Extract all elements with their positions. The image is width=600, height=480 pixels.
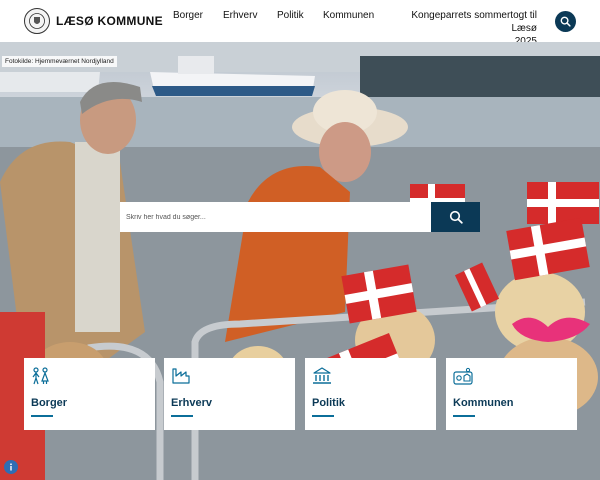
townhall-icon xyxy=(313,367,331,384)
card-borger[interactable]: Borger xyxy=(24,358,155,430)
search-input[interactable] xyxy=(120,202,431,232)
search-icon xyxy=(560,16,571,27)
nav-erhverv[interactable]: Erhverv xyxy=(223,9,257,22)
factory-icon xyxy=(172,368,190,384)
card-erhverv[interactable]: Erhverv xyxy=(164,358,295,430)
card-politik[interactable]: Politik xyxy=(305,358,436,430)
nav-kommunen[interactable]: Kommunen xyxy=(323,9,374,22)
card-label: Borger xyxy=(31,397,68,409)
nav-borger[interactable]: Borger xyxy=(173,9,203,22)
info-button[interactable] xyxy=(4,460,18,474)
community-icon xyxy=(453,367,473,385)
card-underline xyxy=(171,415,193,417)
card-label: Kommunen xyxy=(453,397,514,409)
family-icon xyxy=(32,367,49,385)
card-underline xyxy=(453,415,475,417)
hero-search xyxy=(120,202,480,232)
card-kommunen[interactable]: Kommunen xyxy=(446,358,577,430)
nav-politik[interactable]: Politik xyxy=(277,9,304,22)
nav-event-line1: Kongeparrets sommertogt til Læsø xyxy=(411,10,537,34)
crest-icon xyxy=(24,8,50,34)
site-logo[interactable]: LÆSØ KOMMUNE xyxy=(24,8,163,34)
header-search-button[interactable] xyxy=(555,11,576,32)
logo-text: LÆSØ KOMMUNE xyxy=(56,14,163,28)
search-submit-button[interactable] xyxy=(431,202,480,232)
card-label: Erhverv xyxy=(171,397,212,409)
card-label: Politik xyxy=(312,397,346,409)
site-header: LÆSØ KOMMUNE Borger Erhverv Politik Komm… xyxy=(0,0,600,47)
card-underline xyxy=(312,415,334,417)
search-icon xyxy=(449,210,463,224)
photo-credit: Fotokilde: Hjemmeværnet Nordjylland xyxy=(2,56,117,67)
info-icon xyxy=(10,463,12,471)
card-underline xyxy=(31,415,53,417)
